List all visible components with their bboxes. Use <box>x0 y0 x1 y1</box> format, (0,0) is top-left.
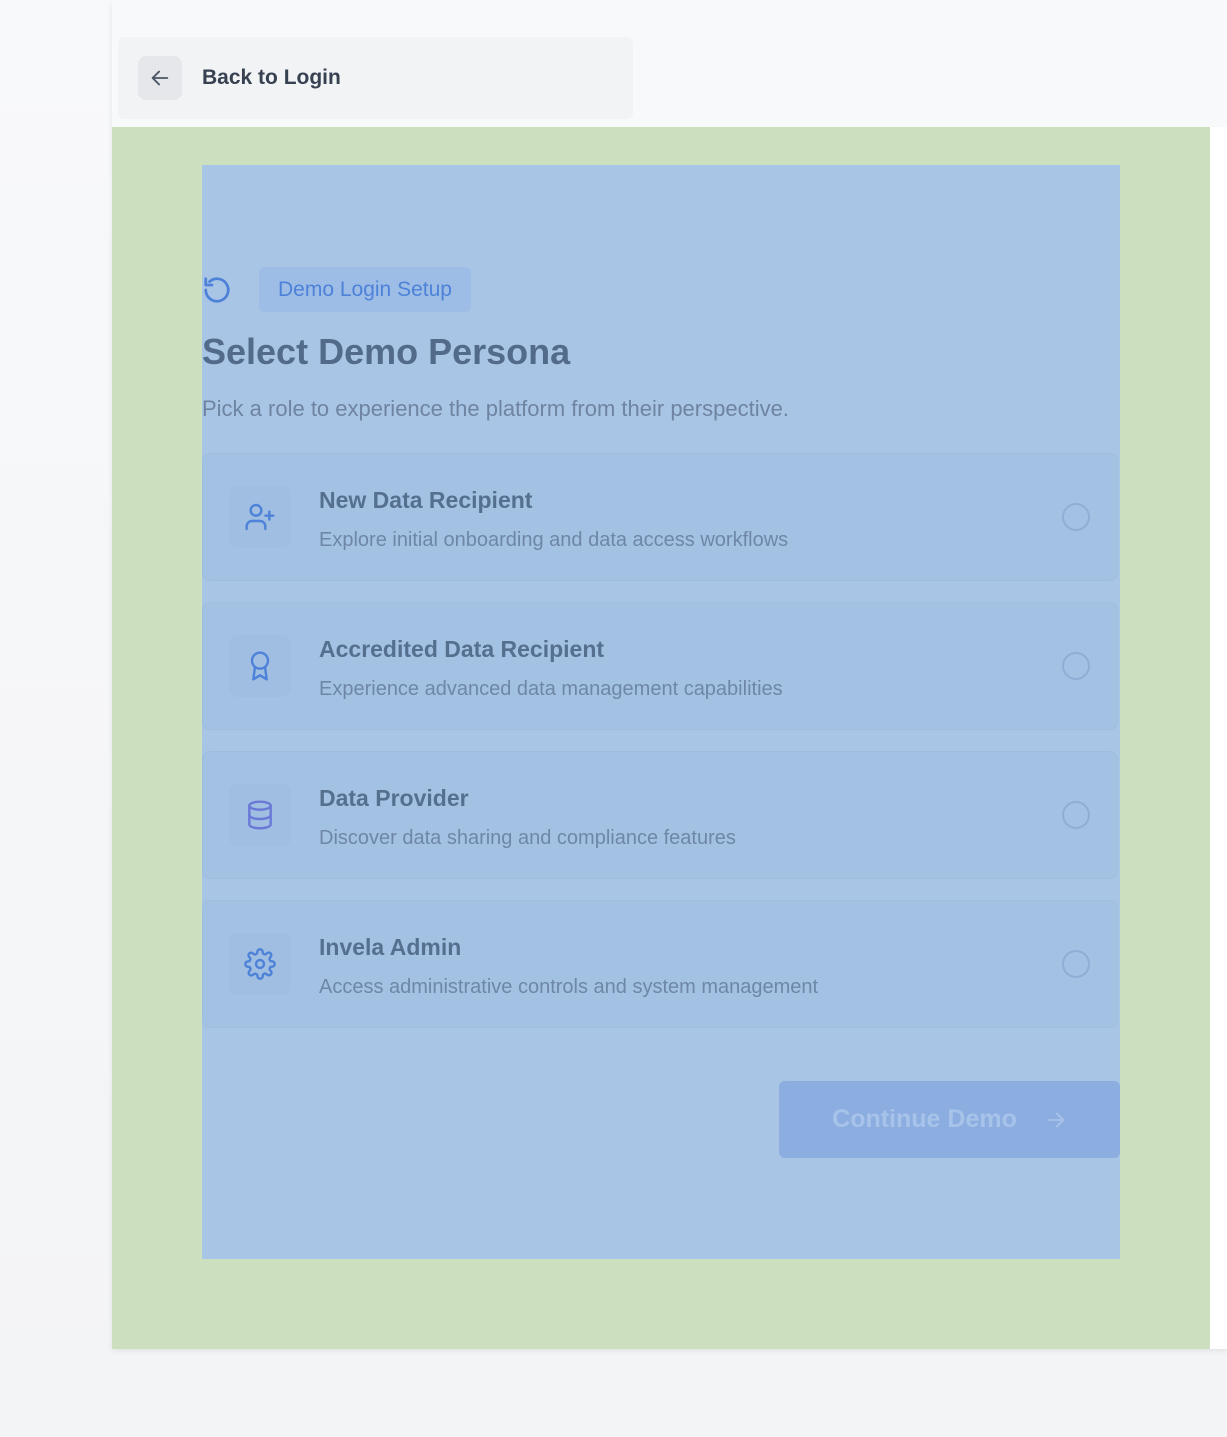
persona-name: New Data Recipient <box>319 487 533 513</box>
persona-radio[interactable] <box>1062 801 1090 829</box>
back-to-login-bar[interactable]: Back to Login <box>118 37 633 119</box>
persona-card-invela-admin[interactable]: Invela Admin Access administrative contr… <box>202 900 1118 1028</box>
award-icon <box>229 635 291 697</box>
persona-description: Discover data sharing and compliance fea… <box>319 827 736 849</box>
persona-name: Accredited Data Recipient <box>319 636 605 662</box>
back-button[interactable] <box>138 56 182 100</box>
setup-badge-row: Demo Login Setup <box>202 267 471 312</box>
persona-description: Experience advanced data management capa… <box>319 678 783 700</box>
demo-login-setup-badge: Demo Login Setup <box>259 267 471 312</box>
arrow-left-icon <box>151 70 169 86</box>
persona-card-data-provider[interactable]: Data Provider Discover data sharing and … <box>202 751 1118 879</box>
continue-demo-button[interactable]: Continue Demo <box>779 1081 1120 1158</box>
back-to-login-label[interactable]: Back to Login <box>202 64 341 92</box>
arrow-right-icon <box>1047 1112 1065 1127</box>
page-subtitle: Pick a role to experience the platform f… <box>202 396 789 421</box>
gear-icon <box>229 933 291 995</box>
persona-card-new-data-recipient[interactable]: New Data Recipient Explore initial onboa… <box>202 453 1118 581</box>
persona-card-accredited-data-recipient[interactable]: Accredited Data Recipient Experience adv… <box>202 602 1118 730</box>
persona-radio[interactable] <box>1062 652 1090 680</box>
persona-radio[interactable] <box>1062 503 1090 531</box>
persona-name: Invela Admin <box>319 934 462 960</box>
continue-demo-label: Continue Demo <box>832 1105 1017 1133</box>
persona-description: Explore initial onboarding and data acce… <box>319 529 789 551</box>
scroll-gutter <box>1210 127 1227 1349</box>
page-title: Select Demo Persona <box>202 331 571 372</box>
database-icon <box>229 784 291 846</box>
persona-radio[interactable] <box>1062 950 1090 978</box>
persona-description: Access administrative controls and syste… <box>319 976 819 998</box>
persona-name: Data Provider <box>319 785 469 811</box>
user-plus-icon <box>229 486 291 548</box>
refresh-icon <box>202 271 240 309</box>
